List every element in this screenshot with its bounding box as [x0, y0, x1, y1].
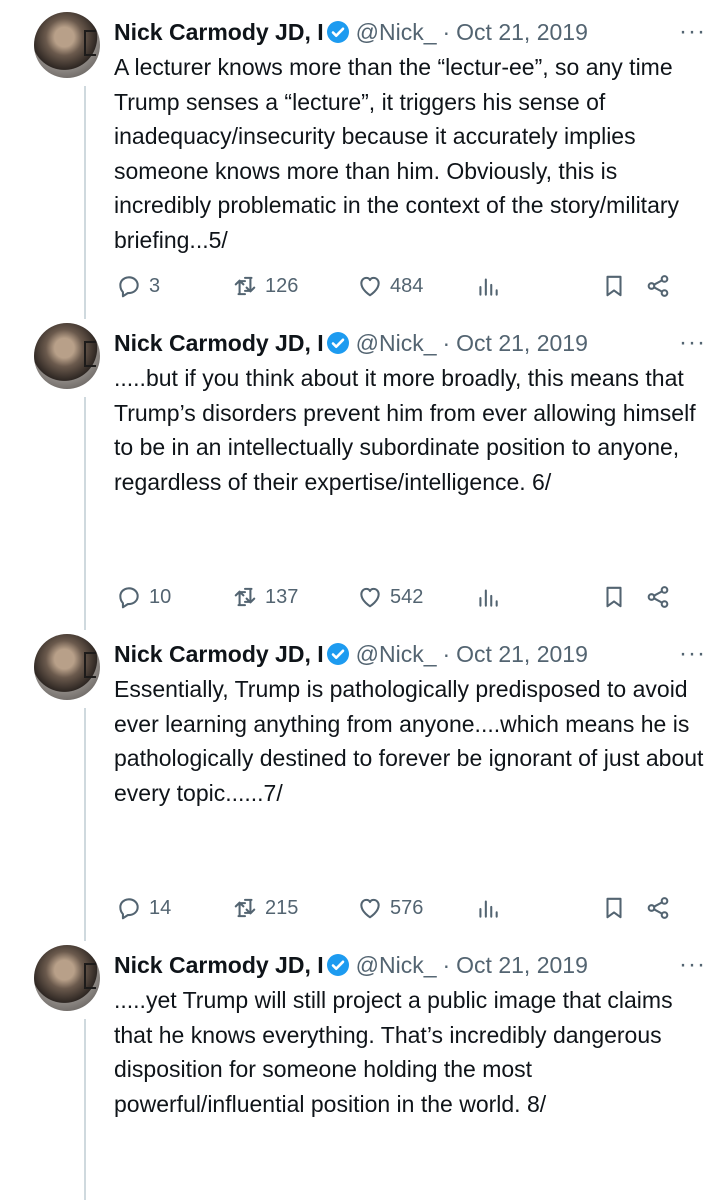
- tweet-text: A lecturer knows more than the “lectur-e…: [114, 54, 680, 253]
- analytics-button[interactable]: [475, 584, 601, 610]
- more-options-icon[interactable]: ···: [679, 18, 706, 46]
- share-icon: [647, 275, 669, 297]
- verified-badge-icon: [326, 643, 349, 665]
- avatar[interactable]: [34, 12, 100, 78]
- retweet-count: 215: [265, 896, 299, 919]
- bookmark-button[interactable]: [601, 273, 627, 299]
- tweet-actions: 14 215 576: [116, 890, 706, 926]
- reply-count: 14: [149, 896, 172, 919]
- tweet-text: .....yet Trump will still project a publ…: [114, 987, 673, 1117]
- separator-dot: ·: [442, 329, 451, 356]
- reply-button[interactable]: 10: [116, 584, 232, 610]
- separator-dot: ·: [442, 18, 451, 45]
- retweet-button[interactable]: 137: [232, 584, 357, 610]
- author-handle[interactable]: @Nick_: [356, 19, 437, 46]
- share-button[interactable]: [645, 584, 671, 610]
- avatar[interactable]: [34, 323, 100, 389]
- bookmark-icon: [606, 586, 622, 608]
- tweet-text: .....but if you think about it more broa…: [114, 365, 696, 495]
- tweet[interactable]: Nick Carmody JD, I @Nick_ · Oct 21, 2019…: [0, 933, 722, 1200]
- verified-badge-icon: [326, 21, 349, 43]
- tweet-timestamp[interactable]: Oct 21, 2019: [456, 952, 588, 979]
- tweet-thread: Nick Carmody JD, I @Nick_ · Oct 21, 2019…: [0, 0, 722, 1200]
- views-chart-icon: [479, 900, 498, 918]
- retweet-icon: [234, 276, 256, 296]
- like-count: 542: [390, 585, 424, 608]
- retweet-icon: [234, 898, 256, 918]
- more-options-icon[interactable]: ···: [679, 329, 706, 357]
- avatar[interactable]: [34, 634, 100, 700]
- verified-badge-icon: [326, 954, 349, 976]
- share-icon: [647, 586, 669, 608]
- tweet-text: Essentially, Trump is pathologically pre…: [114, 676, 704, 806]
- heart-icon: [360, 898, 380, 919]
- more-options-icon[interactable]: ···: [679, 640, 706, 668]
- avatar[interactable]: [34, 945, 100, 1011]
- tweet-header: Nick Carmody JD, I @Nick_ · Oct 21, 2019…: [114, 947, 706, 983]
- bookmark-icon: [606, 275, 622, 297]
- thread-connector-line: [84, 397, 86, 622]
- thread-connector-line: [84, 86, 86, 311]
- like-button[interactable]: 542: [357, 584, 475, 610]
- author-name[interactable]: Nick Carmody JD, I: [114, 641, 324, 668]
- author-name[interactable]: Nick Carmody JD, I: [114, 330, 324, 357]
- share-button[interactable]: [645, 895, 671, 921]
- reply-icon: [119, 898, 139, 920]
- like-button[interactable]: 484: [357, 273, 475, 299]
- tweet-actions: 3 126 484: [116, 268, 706, 304]
- author-handle[interactable]: @Nick_: [356, 641, 437, 668]
- reply-icon: [119, 276, 139, 298]
- verified-badge-icon: [326, 332, 349, 354]
- reply-icon: [119, 587, 139, 609]
- thread-connector-line: [84, 622, 86, 630]
- share-button[interactable]: [645, 273, 671, 299]
- tweet[interactable]: Nick Carmody JD, I @Nick_ · Oct 21, 2019…: [0, 0, 722, 311]
- like-button[interactable]: 576: [357, 895, 475, 921]
- tweet-header: Nick Carmody JD, I @Nick_ · Oct 21, 2019…: [114, 14, 706, 50]
- reply-count: 3: [149, 274, 161, 297]
- tweet-timestamp[interactable]: Oct 21, 2019: [456, 641, 588, 668]
- more-options-icon[interactable]: ···: [679, 951, 706, 979]
- tweet[interactable]: Nick Carmody JD, I @Nick_ · Oct 21, 2019…: [0, 622, 722, 933]
- tweet-timestamp[interactable]: Oct 21, 2019: [456, 19, 588, 46]
- analytics-button[interactable]: [475, 273, 601, 299]
- share-icon: [647, 897, 669, 919]
- author-name[interactable]: Nick Carmody JD, I: [114, 952, 324, 979]
- thread-connector-line: [84, 311, 86, 319]
- retweet-icon: [234, 587, 256, 607]
- thread-connector-line: [84, 708, 86, 933]
- views-chart-icon: [479, 278, 498, 296]
- reply-button[interactable]: 14: [116, 895, 232, 921]
- reply-count: 10: [149, 585, 172, 608]
- bookmark-button[interactable]: [601, 895, 627, 921]
- retweet-button[interactable]: 126: [232, 273, 357, 299]
- thread-connector-line: [84, 933, 86, 941]
- reply-button[interactable]: 3: [116, 273, 232, 299]
- retweet-count: 126: [265, 274, 299, 297]
- views-chart-icon: [479, 589, 498, 607]
- heart-icon: [360, 276, 380, 297]
- bookmark-button[interactable]: [601, 584, 627, 610]
- separator-dot: ·: [442, 640, 451, 667]
- author-name[interactable]: Nick Carmody JD, I: [114, 19, 324, 46]
- tweet[interactable]: Nick Carmody JD, I @Nick_ · Oct 21, 2019…: [0, 311, 722, 622]
- retweet-button[interactable]: 215: [232, 895, 357, 921]
- tweet-header: Nick Carmody JD, I @Nick_ · Oct 21, 2019…: [114, 636, 706, 672]
- tweet-timestamp[interactable]: Oct 21, 2019: [456, 330, 588, 357]
- analytics-button[interactable]: [475, 895, 601, 921]
- like-count: 576: [390, 896, 424, 919]
- heart-icon: [360, 587, 380, 608]
- author-handle[interactable]: @Nick_: [356, 330, 437, 357]
- separator-dot: ·: [442, 951, 451, 978]
- author-handle[interactable]: @Nick_: [356, 952, 437, 979]
- tweet-actions: 10 137 542: [116, 579, 706, 615]
- bookmark-icon: [606, 897, 622, 919]
- thread-connector-line: [84, 1019, 86, 1200]
- retweet-count: 137: [265, 585, 299, 608]
- like-count: 484: [390, 274, 424, 297]
- tweet-header: Nick Carmody JD, I @Nick_ · Oct 21, 2019…: [114, 325, 706, 361]
